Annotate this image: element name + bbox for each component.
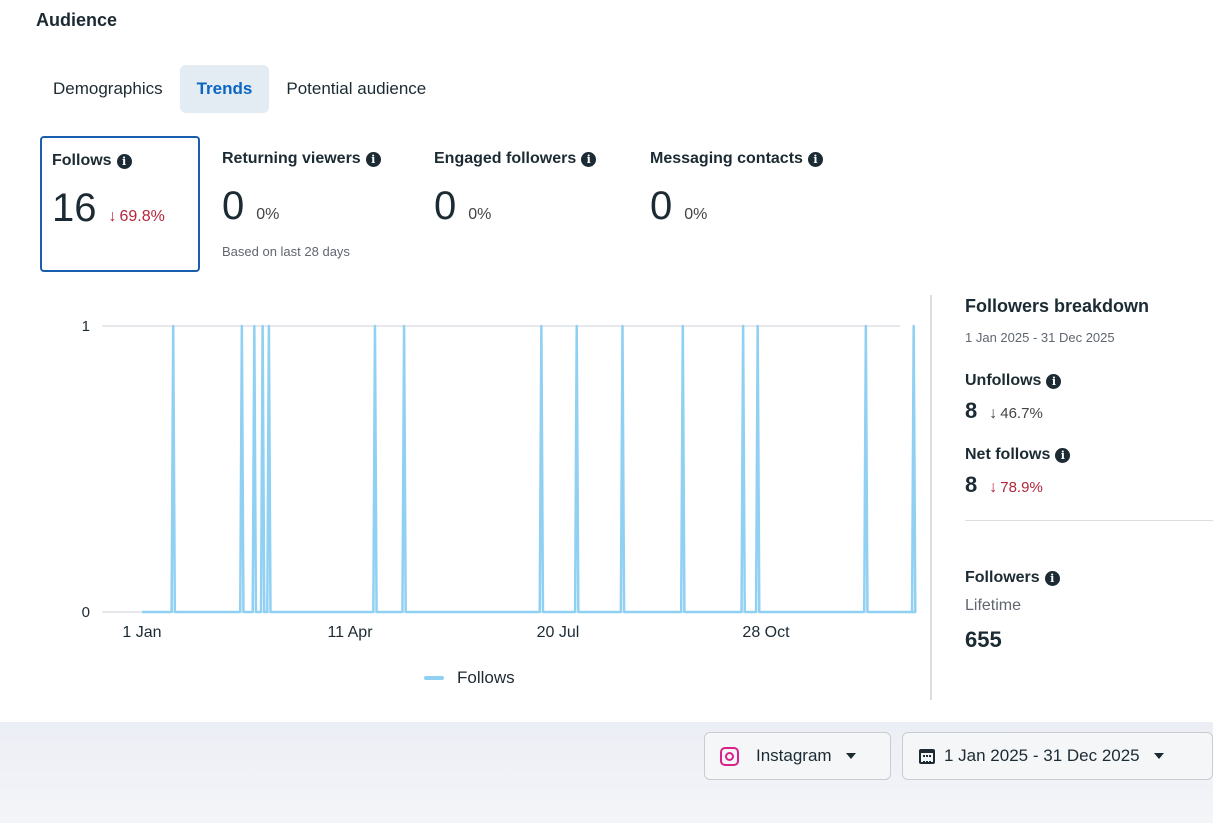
tab-trends[interactable]: Trends	[179, 65, 270, 113]
metric-value: 16	[52, 186, 97, 230]
info-icon[interactable]: i	[365, 151, 381, 167]
arrow-down-icon: ↓	[108, 208, 117, 225]
info-icon[interactable]: i	[1044, 570, 1060, 586]
breakdown-date-range: 1 Jan 2025 - 31 Dec 2025	[965, 330, 1115, 345]
tab-demographics[interactable]: Demographics	[36, 65, 180, 113]
net-follows-change: ↓ 78.9%	[989, 479, 1043, 496]
follows-chart: 0 1 1 Jan 11 Apr 20 Jul 28 Oct	[60, 300, 920, 700]
vertical-divider	[930, 295, 932, 700]
info-icon[interactable]: i	[581, 151, 597, 167]
metric-change: ↓ 69.8%	[108, 208, 165, 225]
info-icon[interactable]: i	[807, 151, 823, 167]
tab-bar: Demographics Trends Potential audience	[36, 65, 443, 113]
metric-value: 0	[434, 184, 457, 228]
metric-card-messaging-contacts[interactable]: Messaging contacts i 0 0%	[650, 136, 860, 272]
metric-change: 0%	[684, 206, 708, 223]
metric-card-returning-viewers[interactable]: Returning viewers i 0 0% Based on last 2…	[222, 136, 412, 272]
metric-change: 0%	[256, 206, 280, 223]
date-range-dropdown[interactable]: 1 Jan 2025 - 31 Dec 2025	[902, 732, 1213, 780]
metric-value: 0	[222, 184, 245, 228]
followers-sub-label: Lifetime	[965, 597, 1022, 614]
unfollows-change: ↓ 46.7%	[989, 405, 1043, 422]
metric-value: 0	[650, 184, 673, 228]
arrow-down-icon: ↓	[989, 479, 998, 496]
legend-label: Follows	[457, 668, 515, 687]
unfollows-label: Unfollows	[965, 372, 1042, 389]
arrow-down-icon: ↓	[989, 405, 998, 422]
metric-card-engaged-followers[interactable]: Engaged followers i 0 0%	[434, 136, 624, 272]
follows-series-line	[142, 324, 917, 614]
y-tick-label: 1	[82, 318, 90, 335]
tab-potential-audience[interactable]: Potential audience	[269, 65, 443, 113]
follows-line-chart: 0 1 1 Jan 11 Apr 20 Jul 28 Oct	[82, 318, 917, 641]
metric-label: Messaging contacts	[650, 150, 803, 167]
breakdown-divider	[965, 520, 1213, 521]
date-range-label: 1 Jan 2025 - 31 Dec 2025	[944, 746, 1140, 765]
metric-card-follows[interactable]: Follows i 16 ↓ 69.8%	[40, 136, 200, 272]
metric-label: Follows	[52, 152, 112, 169]
x-tick-label: 1 Jan	[122, 624, 161, 641]
followers-breakdown-panel: Followers breakdown 1 Jan 2025 - 31 Dec …	[965, 296, 1213, 653]
calendar-icon	[919, 748, 935, 764]
instagram-icon	[720, 746, 739, 766]
x-tick-label: 11 Apr	[327, 624, 373, 641]
chevron-down-icon	[1153, 753, 1164, 759]
net-follows-label: Net follows	[965, 446, 1051, 463]
chart-legend[interactable]: Follows	[424, 668, 515, 688]
net-follows-value: 8	[965, 472, 978, 497]
info-icon[interactable]: i	[1055, 447, 1071, 463]
metric-note: Based on last 28 days	[222, 244, 350, 259]
platform-dropdown-label: Instagram	[756, 746, 832, 765]
followers-total-value: 655	[965, 627, 1002, 652]
legend-swatch	[424, 676, 444, 680]
platform-dropdown[interactable]: Instagram	[704, 732, 891, 780]
filter-bar: Instagram 1 Jan 2025 - 31 Dec 2025	[0, 722, 1213, 823]
chevron-down-icon	[845, 753, 856, 759]
metric-label: Engaged followers	[434, 150, 577, 167]
page-title: Audience	[36, 10, 118, 30]
info-icon[interactable]: i	[116, 153, 132, 169]
metric-change: 0%	[468, 206, 492, 223]
unfollows-value: 8	[965, 398, 978, 423]
metric-label: Returning viewers	[222, 150, 361, 167]
x-tick-label: 28 Oct	[742, 624, 790, 641]
y-tick-label: 0	[82, 604, 90, 621]
x-tick-label: 20 Jul	[537, 624, 580, 641]
breakdown-title: Followers breakdown	[965, 296, 1150, 316]
info-icon[interactable]: i	[1046, 373, 1062, 389]
followers-label: Followers	[965, 569, 1040, 586]
